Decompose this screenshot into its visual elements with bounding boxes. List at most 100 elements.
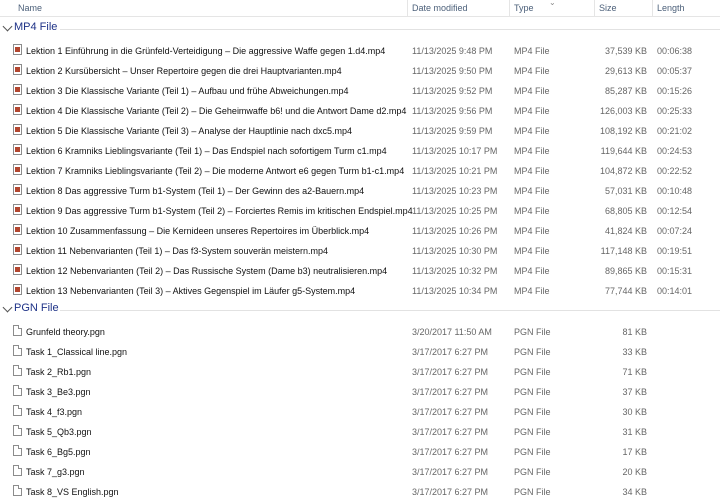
column-divider[interactable] <box>594 0 595 16</box>
file-row[interactable]: Lektion 11 Nebenvarianten (Teil 1) – Das… <box>0 241 720 261</box>
chevron-down-icon[interactable] <box>2 21 13 32</box>
file-row[interactable]: Lektion 7 Kramniks Lieblingsvariante (Te… <box>0 161 720 181</box>
file-name: Lektion 3 Die Klassische Variante (Teil … <box>26 86 349 96</box>
document-file-icon <box>13 325 22 336</box>
file-type: MP4 File <box>514 46 550 56</box>
file-row[interactable]: Lektion 9 Das aggressive Turm b1-System … <box>0 201 720 221</box>
video-file-icon <box>13 104 22 115</box>
video-file-icon <box>13 64 22 75</box>
column-divider[interactable] <box>407 0 408 16</box>
file-date-modified: 11/13/2025 9:48 PM <box>412 46 493 56</box>
group-title: PGN File <box>14 302 59 314</box>
file-date-modified: 11/13/2025 10:30 PM <box>412 246 498 256</box>
file-length: 00:21:02 <box>657 126 693 136</box>
file-row[interactable]: Lektion 6 Kramniks Lieblingsvariante (Te… <box>0 141 720 161</box>
document-file-icon <box>13 485 22 496</box>
file-size: 37 KB <box>622 387 647 397</box>
file-size: 104,872 KB <box>599 166 647 176</box>
file-name: Lektion 8 Das aggressive Turm b1-System … <box>26 186 365 196</box>
file-name: Lektion 12 Nebenvarianten (Teil 2) – Das… <box>26 266 388 276</box>
file-name: Grunfeld theory.pgn <box>26 327 105 337</box>
file-size: 17 KB <box>622 447 647 457</box>
file-row[interactable]: Lektion 12 Nebenvarianten (Teil 2) – Das… <box>0 261 720 281</box>
file-type: PGN File <box>514 467 551 477</box>
video-file-icon <box>13 204 22 215</box>
column-header-size[interactable]: Size <box>599 3 617 13</box>
file-type: MP4 File <box>514 226 550 236</box>
file-name: Task 4_f3.pgn <box>26 407 83 417</box>
file-row[interactable]: Lektion 13 Nebenvarianten (Teil 3) – Akt… <box>0 281 720 301</box>
file-date-modified: 11/13/2025 10:34 PM <box>412 286 498 296</box>
file-type: PGN File <box>514 487 551 497</box>
file-row[interactable]: Lektion 3 Die Klassische Variante (Teil … <box>0 81 720 101</box>
column-header-date-modified[interactable]: Date modified <box>412 3 468 13</box>
file-row[interactable]: Task 2_Rb1.pgn 3/17/2017 6:27 PM PGN File 7… <box>0 362 720 382</box>
file-row[interactable]: Task 3_Be3.pgn 3/17/2017 6:27 PM PGN File 3… <box>0 382 720 402</box>
group-title: MP4 File <box>14 21 58 33</box>
file-row[interactable]: Lektion 4 Die Klassische Variante (Teil … <box>0 101 720 121</box>
file-type: MP4 File <box>514 206 550 216</box>
column-header-length[interactable]: Length <box>657 3 685 13</box>
video-file-icon <box>13 164 22 175</box>
group-header-pgn-file[interactable]: PGN File <box>0 301 720 319</box>
file-size: 81 KB <box>622 327 647 337</box>
file-row[interactable]: Lektion 2 Kursübersicht – Unser Repertoi… <box>0 61 720 81</box>
file-size: 34 KB <box>622 487 647 497</box>
group-header-mp4-file[interactable]: MP4 File <box>0 20 720 38</box>
file-date-modified: 11/13/2025 9:59 PM <box>412 126 493 136</box>
file-row[interactable]: Grunfeld theory.pgn 3/20/2017 11:50 AM PGN… <box>0 322 720 342</box>
file-type: MP4 File <box>514 286 550 296</box>
file-row[interactable]: Lektion 10 Zusammenfassung – Die Kernide… <box>0 221 720 241</box>
file-date-modified: 3/17/2017 6:27 PM <box>412 467 489 477</box>
file-name: Task 1_Classical line.pgn <box>26 347 128 357</box>
document-file-icon <box>13 445 22 456</box>
document-file-icon <box>13 405 22 416</box>
file-row[interactable]: Task 5_Qb3.pgn 3/17/2017 6:27 PM PGN File 3… <box>0 422 720 442</box>
file-type: PGN File <box>514 407 551 417</box>
file-row[interactable]: Lektion 1 Einführung in die Grünfeld-Ver… <box>0 41 720 61</box>
file-date-modified: 11/13/2025 10:17 PM <box>412 146 498 156</box>
video-file-icon <box>13 144 22 155</box>
file-type: MP4 File <box>514 106 550 116</box>
column-header-name[interactable]: Name <box>18 3 42 13</box>
file-size: 31 KB <box>622 427 647 437</box>
file-length: 00:25:33 <box>657 106 693 116</box>
file-row[interactable]: Task 1_Classical line.pgn 3/17/2017 6:27 … <box>0 342 720 362</box>
file-row[interactable]: Task 6_Bg5.pgn 3/17/2017 6:27 PM PGN File 1… <box>0 442 720 462</box>
file-row[interactable]: Lektion 5 Die Klassische Variante (Teil … <box>0 121 720 141</box>
chevron-down-icon[interactable] <box>2 302 13 313</box>
file-length: 00:15:26 <box>657 86 693 96</box>
video-file-icon <box>13 184 22 195</box>
file-type: MP4 File <box>514 126 550 136</box>
video-file-icon <box>13 84 22 95</box>
file-date-modified: 3/17/2017 6:27 PM <box>412 427 489 437</box>
file-name: Lektion 5 Die Klassische Variante (Teil … <box>26 126 353 136</box>
sort-indicator-icon: ⌄ <box>549 0 556 7</box>
column-header-type[interactable]: Type <box>514 3 534 13</box>
file-name: Task 5_Qb3.pgn <box>26 427 92 437</box>
file-size: 57,031 KB <box>604 186 647 196</box>
column-divider[interactable] <box>509 0 510 16</box>
file-name: Lektion 10 Zusammenfassung – Die Kernide… <box>26 226 370 236</box>
file-date-modified: 3/17/2017 6:27 PM <box>412 347 489 357</box>
column-divider[interactable] <box>652 0 653 16</box>
file-size: 85,287 KB <box>604 86 647 96</box>
file-length: 00:07:24 <box>657 226 693 236</box>
file-length: 00:22:52 <box>657 166 693 176</box>
file-name: Task 7_g3.pgn <box>26 467 85 477</box>
file-type: MP4 File <box>514 266 550 276</box>
file-size: 68,805 KB <box>604 206 647 216</box>
file-name: Lektion 11 Nebenvarianten (Teil 1) – Das… <box>26 246 328 256</box>
file-date-modified: 11/13/2025 10:32 PM <box>412 266 498 276</box>
file-row[interactable]: Task 7_g3.pgn 3/17/2017 6:27 PM PGN File 20… <box>0 462 720 482</box>
file-row[interactable]: Task 8_VS English.pgn 3/17/2017 6:27 PM PG… <box>0 482 720 502</box>
file-size: 77,744 KB <box>604 286 647 296</box>
file-name: Lektion 7 Kramniks Lieblingsvariante (Te… <box>26 166 405 176</box>
file-size: 30 KB <box>622 407 647 417</box>
file-row[interactable]: Task 4_f3.pgn 3/17/2017 6:27 PM PGN File 30… <box>0 402 720 422</box>
file-row[interactable]: Lektion 8 Das aggressive Turm b1-System … <box>0 181 720 201</box>
column-header-bar: Name Date modified Type ⌄ Size Length <box>0 0 720 17</box>
file-date-modified: 11/13/2025 9:52 PM <box>412 86 493 96</box>
document-file-icon <box>13 365 22 376</box>
file-date-modified: 11/13/2025 10:21 PM <box>412 166 498 176</box>
